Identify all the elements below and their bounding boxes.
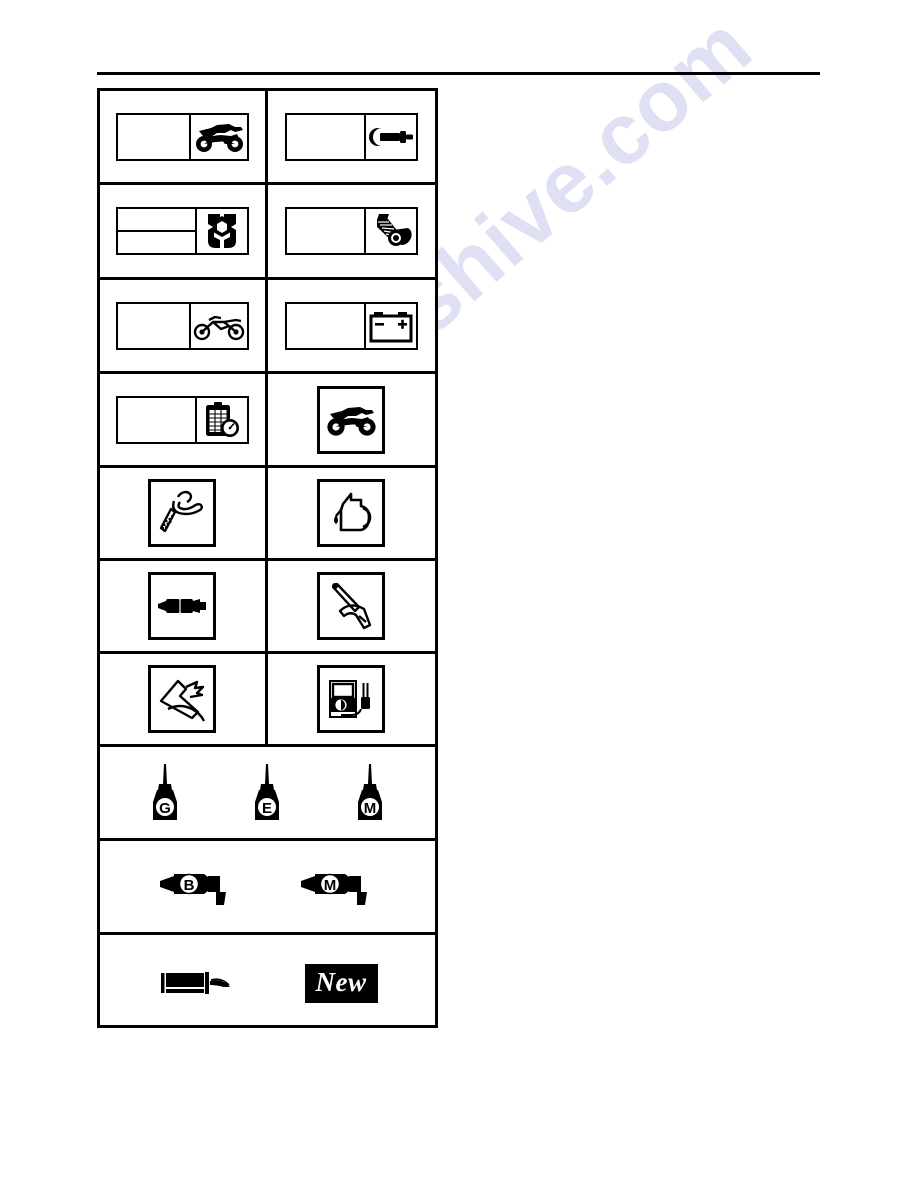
label-text-area [287, 303, 366, 348]
legend-cell-outline-motorcycle [100, 280, 268, 371]
filled-motorcycle-icon [323, 403, 379, 437]
label-box [115, 207, 249, 255]
grease-gun-letter: M [324, 877, 337, 894]
oil-can-icon [327, 488, 375, 538]
oil-bottle-icon: G [144, 762, 186, 824]
legend-cell-filled-motorcycle [268, 374, 436, 465]
table-row [100, 280, 435, 374]
oil-bottle-icon: E [246, 762, 288, 824]
legend-cell-grease-guns: B M [100, 841, 435, 932]
icon-frame [317, 479, 386, 547]
legend-cell-special-tool [100, 654, 268, 744]
icon-strip: G E M [100, 747, 435, 838]
icon-strip: B M [100, 841, 435, 932]
feeler-gauge-tool-icon [156, 488, 208, 538]
grease-syringe-icon [156, 593, 208, 619]
grease-gun-icon: B [158, 867, 236, 907]
label-text-area [118, 397, 197, 442]
label-box [115, 112, 249, 161]
sealant-tube-icon [158, 968, 242, 998]
oil-bottle-icon: M [349, 762, 391, 824]
table-row [100, 654, 435, 747]
wrench-and-nut-icon [197, 209, 247, 253]
label-lane [287, 115, 364, 159]
table-row [100, 374, 435, 468]
label-text-area [287, 114, 366, 159]
icon-frame [317, 385, 386, 454]
label-box [284, 301, 418, 350]
legend-cell-sealant-and-new: New [100, 935, 435, 1031]
table-row [100, 561, 435, 654]
grease-gun-letter: B [183, 877, 194, 894]
label-lane [117, 209, 195, 232]
grease-gun-icon: M [299, 867, 377, 907]
icon-frame [148, 479, 217, 547]
bottle-letter: G [159, 800, 171, 817]
multimeter-icon [325, 675, 377, 723]
bolt-and-socket-icon [366, 209, 416, 253]
legend-cell-multimeter [268, 654, 436, 744]
label-lane [118, 115, 189, 159]
legend-cell-wrench-nut [100, 185, 268, 277]
table-row: G E M [100, 747, 435, 841]
icon-strip: New [100, 935, 435, 1031]
label-box [115, 395, 249, 444]
header-rule [97, 72, 820, 75]
outline-motorcycle-icon [191, 304, 247, 348]
legend-cell-feeler-gauge [100, 468, 268, 558]
table-row [100, 185, 435, 280]
legend-cell-oil-can [268, 468, 436, 558]
special-tool-pliers-icon [156, 675, 208, 723]
label-box [115, 301, 249, 350]
icon-frame [148, 665, 217, 733]
sport-motorcycle-icon [191, 115, 247, 159]
label-lane [118, 304, 189, 348]
legend-cell-bolt-socket [268, 185, 436, 277]
legend-cell-torque-wrench [268, 561, 436, 651]
legend-cell-grease-syringe [100, 561, 268, 651]
table-row [100, 91, 435, 185]
legend-cell-inspection-clipboard [100, 374, 268, 465]
icon-frame [148, 572, 217, 640]
label-lane [118, 232, 195, 253]
label-box [284, 112, 418, 161]
label-text-area [118, 303, 191, 348]
legend-cell-lubricant-bottles: G E M [100, 747, 435, 838]
icon-frame [317, 572, 386, 640]
clipboard-and-gauge-icon [197, 398, 247, 442]
bottle-letter: E [262, 800, 272, 817]
table-row: B M [100, 841, 435, 935]
label-lane [118, 398, 195, 442]
torque-wrench-icon [326, 581, 376, 631]
label-lane [287, 209, 364, 253]
label-text-area [118, 114, 191, 159]
legend-cell-battery [268, 280, 436, 371]
bottle-letter: M [364, 800, 377, 817]
label-text-area [287, 209, 366, 253]
label-box [284, 207, 418, 255]
label-text-area [117, 209, 197, 253]
micrometer-measuring-tool-icon [366, 115, 416, 159]
legend-cell-measuring-tool [268, 91, 436, 182]
label-lane [287, 304, 364, 348]
icon-frame [317, 665, 386, 733]
table-row: New [100, 935, 435, 1031]
new-part-badge: New [304, 963, 378, 1003]
battery-icon [366, 304, 416, 348]
symbol-legend-table: G E M B M New [97, 88, 438, 1028]
table-row [100, 468, 435, 561]
legend-cell-sport-motorcycle [100, 91, 268, 182]
